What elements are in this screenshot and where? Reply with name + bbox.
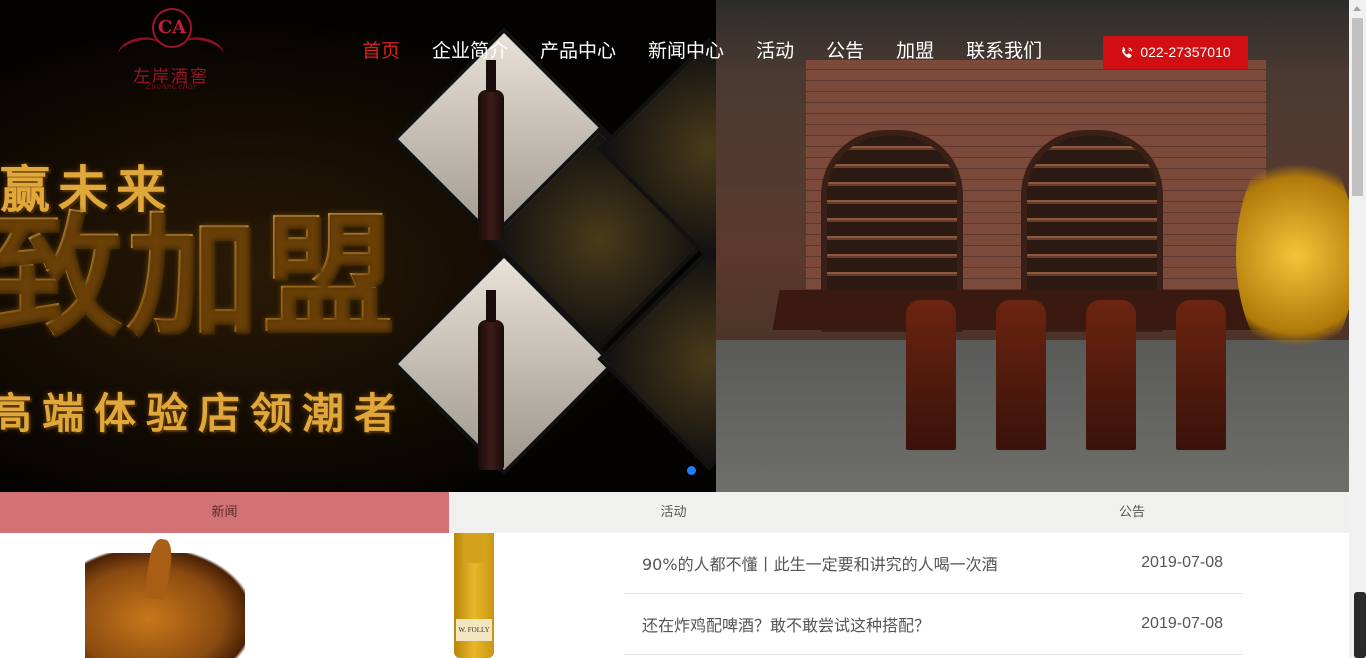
logo-subtitle: ZuoAnCellar	[145, 82, 197, 91]
phone-icon	[1122, 46, 1133, 58]
chair	[996, 300, 1046, 450]
content-tabs: 新闻 活动 公告	[0, 492, 1366, 533]
wine-bottle-image	[478, 60, 504, 240]
promo-line-2: 致加盟	[0, 170, 398, 361]
nav-item-franchise[interactable]: 加盟	[880, 34, 950, 68]
nav-item-products[interactable]: 产品中心	[524, 34, 632, 68]
scroll-up-icon[interactable]	[1353, 6, 1361, 11]
nav-item-events[interactable]: 活动	[740, 34, 810, 68]
news-date: 2019-07-08	[1141, 615, 1223, 632]
scrollbar-thumb[interactable]	[1352, 18, 1363, 196]
nav-item-news[interactable]: 新闻中心	[632, 34, 740, 68]
logo-wing-right	[179, 33, 227, 66]
nav-item-notices[interactable]: 公告	[810, 34, 880, 68]
brand-logo[interactable]: CA 左岸酒窖 ZuoAnCellar	[115, 8, 227, 92]
chair	[1176, 300, 1226, 450]
floating-widget[interactable]	[1354, 592, 1366, 658]
news-item[interactable]: 90%的人都不懂丨此生一定要和讲究的人喝一次酒 2019-07-08	[624, 533, 1243, 594]
page-scrollbar[interactable]	[1349, 0, 1366, 658]
phone-button[interactable]: 022-27357010	[1103, 36, 1248, 69]
news-date: 2019-07-08	[1141, 554, 1223, 571]
main-nav: 首页 企业简介 产品中心 新闻中心 活动 公告 加盟 联系我们	[346, 34, 1058, 68]
tab-notices[interactable]: 公告	[898, 492, 1366, 533]
banner-left-promo: 赢未来 致加盟 高端体验店领潮者	[0, 0, 821, 492]
chair	[1086, 300, 1136, 450]
bottle-label: W. FOLLY	[456, 619, 492, 641]
news-title[interactable]: 90%的人都不懂丨此生一定要和讲究的人喝一次酒	[642, 551, 998, 575]
phone-number: 022-27357010	[1140, 44, 1231, 60]
nav-item-home[interactable]: 首页	[346, 34, 416, 68]
wine-bottle-image	[478, 290, 504, 470]
promo-line-3: 高端体验店领潮者	[0, 389, 407, 438]
news-title[interactable]: 还在炸鸡配啤酒？敢不敢尝试这种搭配？	[642, 612, 930, 636]
gold-decoration	[1236, 140, 1356, 370]
tab-events[interactable]: 活动	[449, 492, 898, 533]
news-thumbnail[interactable]: W. FOLLY	[0, 533, 620, 658]
slider-dot[interactable]	[687, 466, 696, 475]
nav-item-contact[interactable]: 联系我们	[950, 34, 1058, 68]
champagne-bottle-neck	[463, 533, 485, 563]
nav-item-about[interactable]: 企业简介	[416, 34, 524, 68]
news-list: 90%的人都不懂丨此生一定要和讲究的人喝一次酒 2019-07-08 还在炸鸡配…	[624, 533, 1243, 655]
tab-news[interactable]: 新闻	[0, 492, 449, 533]
chair	[906, 300, 956, 450]
banner-cellar-photo	[716, 0, 1366, 492]
news-item[interactable]: 还在炸鸡配啤酒？敢不敢尝试这种搭配？ 2019-07-08	[624, 594, 1243, 655]
